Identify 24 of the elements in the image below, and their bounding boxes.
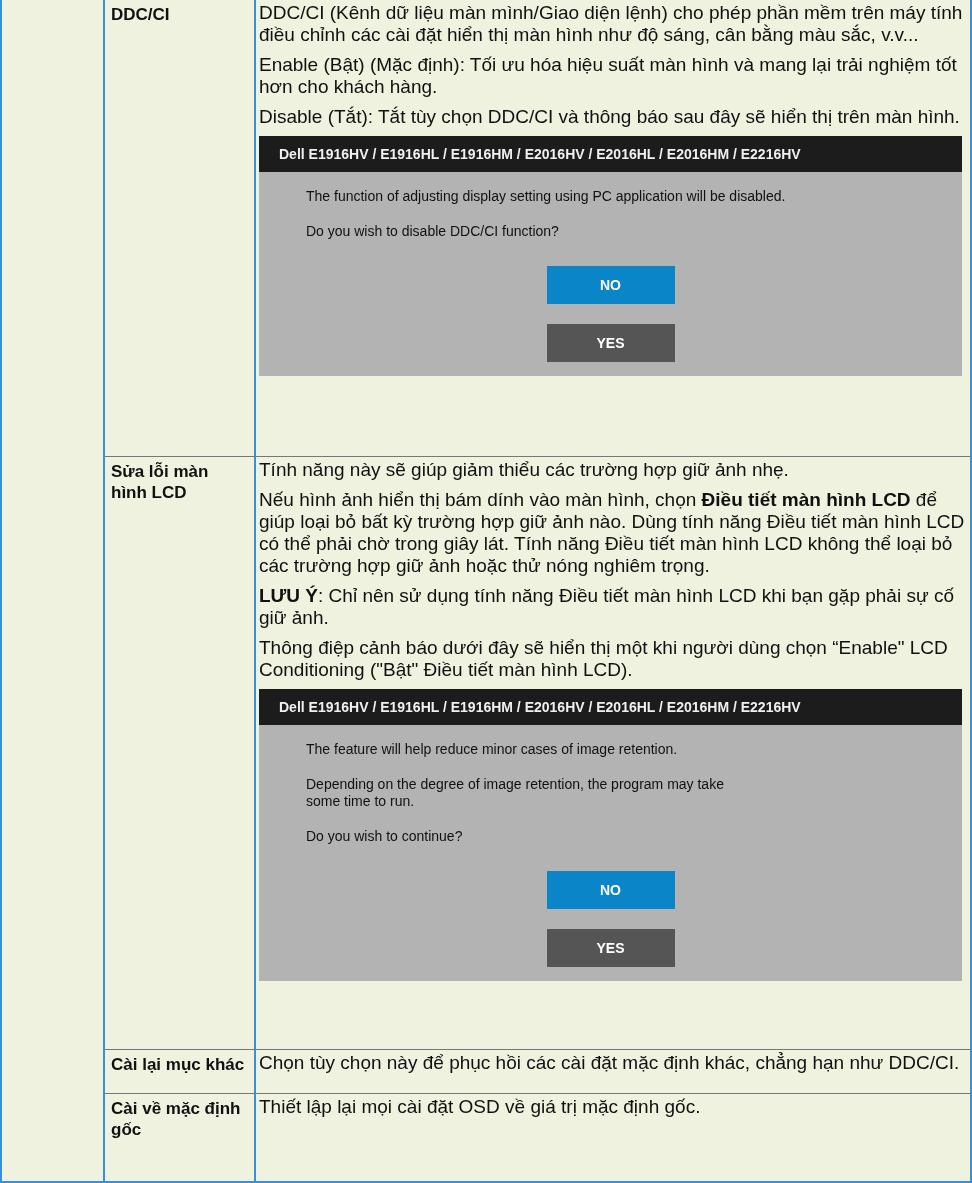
description-text: LƯU Ý: Chỉ nên sử dụng tính năng Điều tiết màn hình LCD khi bạn gặp phải sự cố giữ ảnh. [259,585,955,629]
description-text: Tính năng này sẽ giúp giảm thiểu các trường hợp giữ ảnh nhẹ. [259,459,790,481]
description-text: Chọn tùy chọn này để phục hồi các cài đặt mặc định khác, chẳng hạn như DDC/CI. [259,1052,961,1074]
dialog-message: The function of adjusting display setting using PC application will be disabled. [306,188,786,205]
setting-name: Sửa lỗi màn hình LCD [105,457,256,1050]
description-text: Nếu hình ảnh hiển thị bám dính vào màn hình, chọn Điều tiết màn hình LCD để giúp loại bỏ bất kỳ trường hợp giữ ảnh nào. Dùng tính năng Điều tiết màn hình LCD có thể phải chờ trong giây lát. Tính năng Điều tiết màn hình LCD không thể loại bỏ các trường hợp giữ ảnh hoặc thử nóng nghiêm trọng. [259,489,966,577]
no-button[interactable]: NO [546,871,675,909]
description-text: DDC/CI (Kênh dữ liệu màn mình/Giao diện lệnh) cho phép phần mềm trên máy tính điều chỉnh các cài đặt hiển thị màn hình như độ sáng, cân bằng màu sắc, v.v... [259,2,964,46]
dialog-message: Do you wish to continue? [306,828,463,845]
yes-button[interactable]: YES [546,929,675,967]
dialog-message: Do you wish to disable DDC/CI function? [306,223,559,240]
setting-name: Cài về mặc định gốc [105,1094,256,1181]
dialog-message: The feature will help reduce minor cases of image retention. [306,741,678,758]
description-text: Disable (Tắt): Tắt tùy chọn DDC/CI và thông báo sau đây sẽ hiển thị trên màn hình. [259,106,961,128]
description-text: Enable (Bật) (Mặc định): Tối ưu hóa hiệu suất màn hình và mang lại trải nghiệm tốt hơn cho khách hàng. [259,54,958,98]
dialog-title: Dell E1916HV / E1916HL / E1916HM / E2016HV / E2016HL / E2016HM / E2216HV [259,689,962,725]
no-button[interactable]: NO [546,266,675,304]
dialog-message: Depending on the degree of image retention, the program may take some time to run. [306,776,724,810]
yes-button[interactable]: YES [546,324,675,362]
dialog-title: Dell E1916HV / E1916HL / E1916HM / E2016HV / E2016HL / E2016HM / E2216HV [259,136,962,172]
setting-name: Cài lại mục khác [105,1050,256,1094]
setting-name: DDC/CI [105,0,256,457]
description-text: Thông điệp cảnh báo dưới đây sẽ hiển thị một khi người dùng chọn “Enable" LCD Conditioning ("Bật" Điều tiết màn hình LCD). [259,637,949,681]
description-text: Thiết lập lại mọi cài đặt OSD về giá trị mặc định gốc. [259,1096,702,1118]
